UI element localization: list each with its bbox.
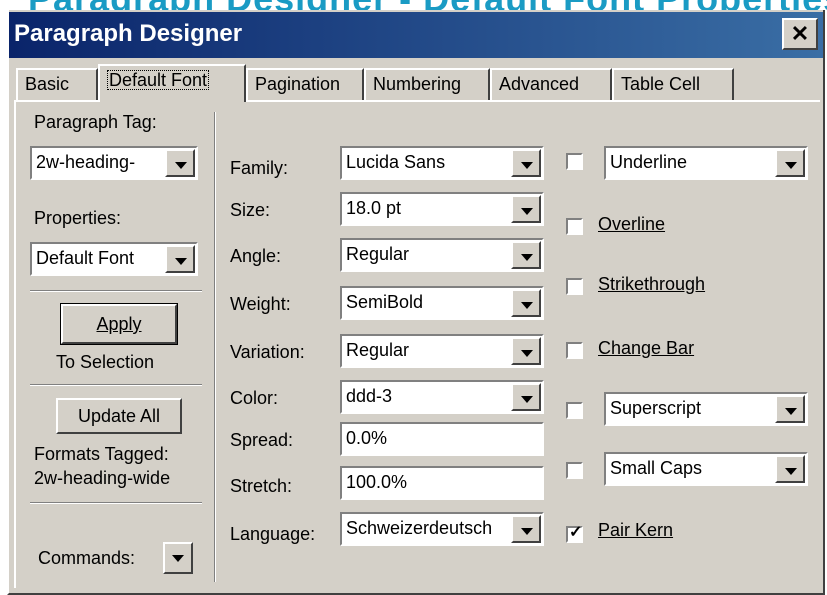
update-all-button-label: Update All <box>77 406 161 426</box>
chevron-down-icon[interactable] <box>165 149 195 177</box>
chevron-down-icon[interactable] <box>511 337 541 365</box>
variation-select[interactable]: Regular <box>340 334 544 368</box>
commands-label: Commands: <box>38 548 136 568</box>
tab-numbering-label: Numbering <box>373 74 462 94</box>
tab-pagination[interactable]: Pagination <box>246 68 364 100</box>
size-value: 18.0 pt <box>346 198 402 218</box>
color-select[interactable]: ddd-3 <box>340 380 544 414</box>
small-caps-select[interactable]: Small Caps <box>604 452 808 486</box>
weight-value: SemiBold <box>346 292 424 312</box>
spread-value: 0.0% <box>346 428 388 448</box>
properties-label: Properties: <box>34 208 122 228</box>
divider <box>30 384 202 386</box>
change-bar-label: Change Bar <box>598 338 694 359</box>
superscript-checkbox[interactable] <box>566 402 583 419</box>
angle-select[interactable]: Regular <box>340 238 544 272</box>
overline-label-text: Overline <box>598 214 666 234</box>
tab-table-cell[interactable]: Table Cell <box>612 68 734 100</box>
color-value: ddd-3 <box>346 386 393 406</box>
tab-default-font-label: Default Font <box>107 70 210 90</box>
weight-label: Weight: <box>230 294 291 314</box>
close-icon: ✕ <box>790 21 810 46</box>
strikethrough-label-text: Strikethrough <box>598 274 706 294</box>
chevron-down-icon[interactable] <box>165 245 195 273</box>
paragraph-tag-value: 2w-heading- <box>36 152 136 172</box>
chevron-down-icon[interactable] <box>511 515 541 543</box>
close-button[interactable]: ✕ <box>782 18 818 50</box>
tab-advanced-label: Advanced <box>499 74 580 94</box>
spread-label: Spread: <box>230 430 294 450</box>
angle-label: Angle: <box>230 246 282 266</box>
stretch-field[interactable]: 100.0% <box>340 466 544 500</box>
language-label: Language: <box>230 524 316 544</box>
underline-select[interactable]: Underline <box>604 146 808 180</box>
small-caps-checkbox[interactable] <box>566 462 583 479</box>
size-select[interactable]: 18.0 pt <box>340 192 544 226</box>
background-heading-text: Paragraph Designer - Default Font Proper… <box>28 0 827 10</box>
change-bar-label-text: Change Bar <box>598 338 695 358</box>
chevron-down-icon[interactable] <box>775 455 805 483</box>
vertical-divider <box>214 112 216 582</box>
stretch-label: Stretch: <box>230 476 293 496</box>
chevron-down-icon[interactable] <box>775 395 805 423</box>
chevron-down-icon[interactable] <box>511 195 541 223</box>
superscript-value: Superscript <box>610 398 702 418</box>
chevron-down-icon[interactable] <box>511 241 541 269</box>
properties-select[interactable]: Default Font <box>30 242 198 276</box>
pair-kern-checkbox[interactable]: ✓ <box>566 524 583 543</box>
variation-label: Variation: <box>230 342 305 362</box>
superscript-select[interactable]: Superscript <box>604 392 808 426</box>
overline-checkbox[interactable] <box>566 218 583 235</box>
tab-default-font[interactable]: Default Font <box>98 64 246 102</box>
update-all-button[interactable]: Update All <box>56 398 182 434</box>
tab-numbering[interactable]: Numbering <box>364 68 490 100</box>
family-value: Lucida Sans <box>346 152 446 172</box>
stretch-value: 100.0% <box>346 472 408 492</box>
pair-kern-label-text: Pair Kern <box>598 520 674 540</box>
chevron-down-icon[interactable] <box>511 289 541 317</box>
commands-menu-button[interactable] <box>163 542 193 574</box>
window-title: Paragraph Designer <box>14 20 243 47</box>
weight-select[interactable]: SemiBold <box>340 286 544 320</box>
formats-tagged-label: Formats Tagged: <box>34 444 169 464</box>
divider <box>30 502 202 504</box>
pair-kern-label: Pair Kern <box>598 520 673 541</box>
strikethrough-checkbox[interactable] <box>566 278 583 295</box>
divider <box>30 290 202 292</box>
chevron-down-icon[interactable] <box>511 149 541 177</box>
overline-label: Overline <box>598 214 665 235</box>
language-value: Schweizerdeutsch <box>346 518 493 538</box>
tab-basic[interactable]: Basic <box>16 68 98 100</box>
paragraph-tag-label: Paragraph Tag: <box>34 112 157 132</box>
apply-button[interactable]: Apply <box>60 303 178 345</box>
strikethrough-label: Strikethrough <box>598 274 705 295</box>
family-label: Family: <box>230 158 288 178</box>
color-label: Color: <box>230 388 279 408</box>
angle-value: Regular <box>346 244 410 264</box>
tab-pagination-label: Pagination <box>255 74 341 94</box>
tab-table-cell-label: Table Cell <box>621 74 701 94</box>
tab-basic-label: Basic <box>25 74 70 94</box>
chevron-down-icon[interactable] <box>511 383 541 411</box>
apply-button-label: Apply <box>96 314 142 334</box>
size-label: Size: <box>230 200 271 220</box>
properties-value: Default Font <box>36 248 135 268</box>
family-select[interactable]: Lucida Sans <box>340 146 544 180</box>
change-bar-checkbox[interactable] <box>566 342 583 359</box>
chevron-down-icon[interactable] <box>775 149 805 177</box>
language-select[interactable]: Schweizerdeutsch <box>340 512 544 546</box>
variation-value: Regular <box>346 340 410 360</box>
tab-advanced[interactable]: Advanced <box>490 68 612 100</box>
chevron-down-icon <box>172 555 184 562</box>
underline-value: Underline <box>610 152 688 172</box>
background-heading: Paragraph Designer - Default Font Proper… <box>0 0 827 10</box>
apply-subtitle: To Selection <box>56 352 155 372</box>
small-caps-value: Small Caps <box>610 458 703 478</box>
spread-field[interactable]: 0.0% <box>340 422 544 456</box>
formats-tagged-value: 2w-heading-wide <box>34 468 171 488</box>
underline-checkbox[interactable] <box>566 153 583 170</box>
paragraph-tag-select[interactable]: 2w-heading- <box>30 146 198 180</box>
checkmark-icon: ✓ <box>569 524 583 541</box>
